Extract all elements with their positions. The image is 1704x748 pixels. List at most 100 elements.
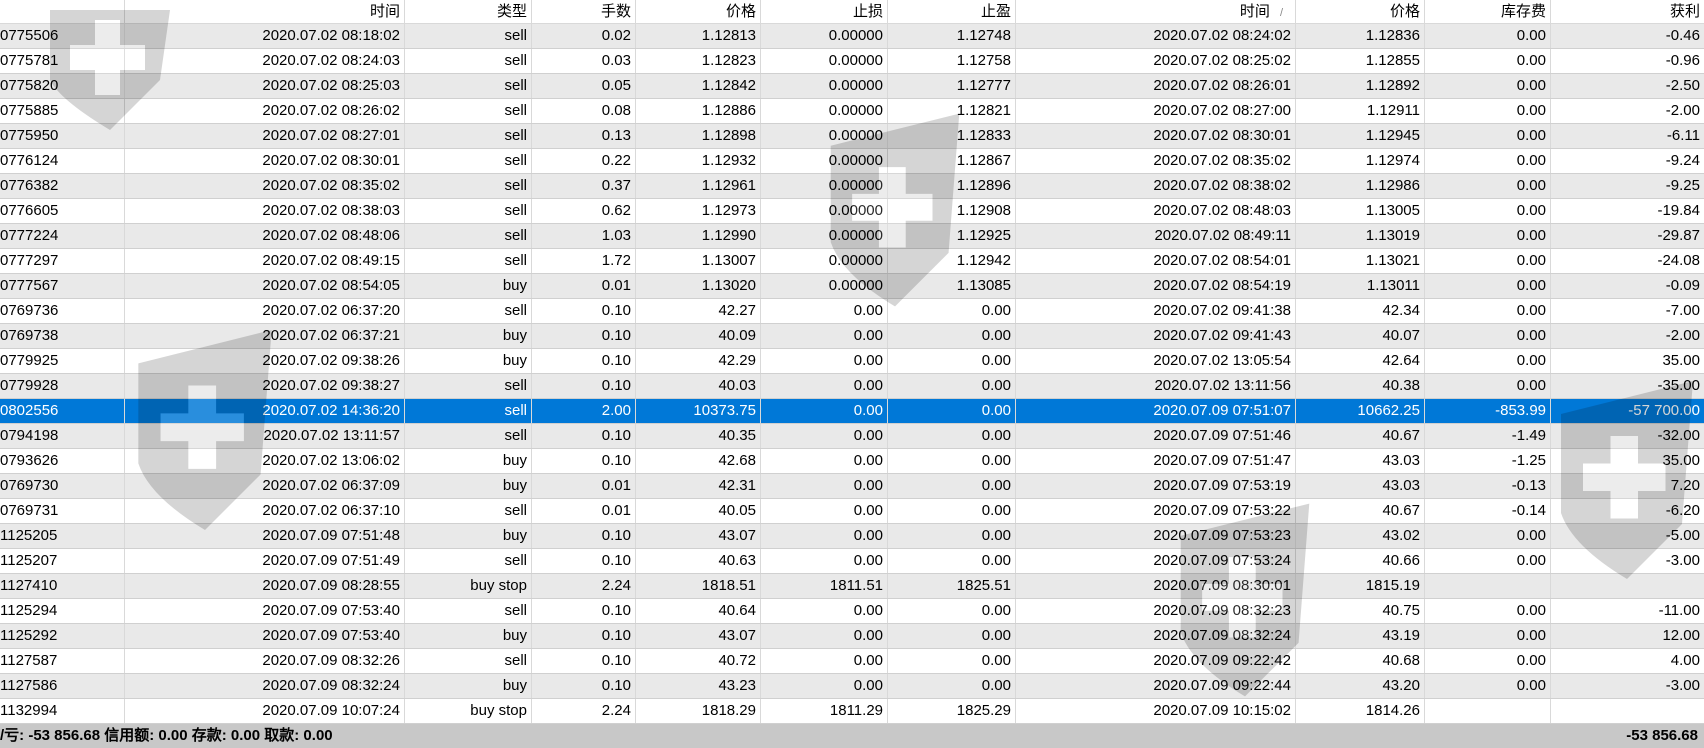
cell-type: sell (405, 224, 532, 248)
column-header-stop-loss[interactable]: 止损 (761, 0, 888, 23)
table-row[interactable]: 0777224 2020.07.02 08:48:06 sell 1.03 1.1299… (0, 224, 1704, 249)
cell-swap: -853.99 (1425, 399, 1551, 423)
column-header-close-time[interactable]: 时间 / (1016, 0, 1296, 23)
table-row[interactable]: 0793626 2020.07.02 13:06:02 buy 0.10 42.68 0.… (0, 449, 1704, 474)
cell-close-price: 43.03 (1296, 474, 1425, 498)
cell-type: sell (405, 174, 532, 198)
column-header-profit[interactable]: 获利 (1551, 0, 1704, 23)
table-row[interactable]: 0769736 2020.07.02 06:37:20 sell 0.10 42.27 0… (0, 299, 1704, 324)
table-row[interactable]: 1125294 2020.07.09 07:53:40 sell 0.10 40.64 0… (0, 599, 1704, 624)
cell-volume: 0.10 (532, 424, 636, 448)
cell-profit: -35.00 (1657, 377, 1700, 394)
table-row[interactable]: 0776124 2020.07.02 08:30:01 sell 0.22 1.1293… (0, 149, 1704, 174)
cell-take-profit: 1.12821 (888, 99, 1016, 123)
table-row[interactable]: 0769731 2020.07.02 06:37:10 sell 0.01 40.05 0… (0, 499, 1704, 524)
cell-close-price: 40.75 (1296, 599, 1425, 623)
cell-take-profit: 1825.51 (888, 574, 1016, 598)
cell-type: sell (405, 49, 532, 73)
cell-swap: -0.13 (1425, 474, 1551, 498)
column-header-open-price[interactable]: 价格 (636, 0, 761, 23)
cell-volume: 0.10 (532, 324, 636, 348)
column-header-order[interactable] (0, 0, 125, 23)
cell-type: sell (405, 424, 532, 448)
cell-close-time: 2020.07.02 13:05:54 (1016, 349, 1296, 373)
cell-order: 0794198 (0, 424, 125, 448)
cell-close-price: 43.20 (1296, 674, 1425, 698)
table-row[interactable]: 0775950 2020.07.02 08:27:01 sell 0.13 1.1289… (0, 124, 1704, 149)
table-row[interactable]: 0769738 2020.07.02 06:37:21 buy 0.10 40.09 0.… (0, 324, 1704, 349)
cell-stop-loss: 0.00 (761, 474, 888, 498)
cell-close-time: 2020.07.09 07:53:24 (1016, 549, 1296, 573)
column-header-volume[interactable]: 手数 (532, 0, 636, 23)
table-row[interactable]: 1132994 2020.07.09 10:07:24 buy stop 2.24 18… (0, 699, 1704, 724)
cell-volume: 0.10 (532, 549, 636, 573)
cell-open-price: 1.12961 (636, 174, 761, 198)
table-row[interactable]: 0777567 2020.07.02 08:54:05 buy 0.01 1.13020… (0, 274, 1704, 299)
cell-close-time: 2020.07.09 10:15:02 (1016, 699, 1296, 723)
table-row[interactable]: 1125292 2020.07.09 07:53:40 buy 0.10 43.07 0.… (0, 624, 1704, 649)
cell-take-profit: 1.13085 (888, 274, 1016, 298)
cell-profit: 12.00 (1662, 627, 1700, 644)
table-row[interactable]: 0775820 2020.07.02 08:25:03 sell 0.05 1.1284… (0, 74, 1704, 99)
table-row[interactable]: 1125205 2020.07.09 07:51:48 buy 0.10 43.07 0.… (0, 524, 1704, 549)
cell-take-profit: 0.00 (888, 399, 1016, 423)
cell-open-price: 43.23 (636, 674, 761, 698)
table-row[interactable]: 0776605 2020.07.02 08:38:03 sell 0.62 1.1297… (0, 199, 1704, 224)
column-header-type[interactable]: 类型 (405, 0, 532, 23)
table-row[interactable]: 0776382 2020.07.02 08:35:02 sell 0.37 1.1296… (0, 174, 1704, 199)
cell-stop-loss: 0.00 (761, 524, 888, 548)
table-row[interactable]: 0775781 2020.07.02 08:24:03 sell 0.03 1.1282… (0, 49, 1704, 74)
cell-close-time: 2020.07.02 08:49:11 (1016, 224, 1296, 248)
table-row[interactable]: 0777297 2020.07.02 08:49:15 sell 1.72 1.1300… (0, 249, 1704, 274)
cell-swap: 0.00 (1425, 74, 1551, 98)
cell-profit: -57 700.00 (1628, 402, 1700, 419)
table-row[interactable]: 0769730 2020.07.02 06:37:09 buy 0.01 42.31 0.… (0, 474, 1704, 499)
table-row[interactable]: 1127586 2020.07.09 08:32:24 buy 0.10 43.23 0.… (0, 674, 1704, 699)
table-row[interactable]: 0779925 2020.07.02 09:38:26 buy 0.10 42.29 0.… (0, 349, 1704, 374)
cell-volume: 0.10 (532, 624, 636, 648)
cell-swap: 0.00 (1425, 199, 1551, 223)
cell-stop-loss: 0.00000 (761, 124, 888, 148)
cell-stop-loss: 0.00000 (761, 74, 888, 98)
column-header-label: 库存费 (1500, 3, 1546, 20)
column-header-open-time[interactable]: 时间 (125, 0, 405, 23)
table-row[interactable]: 0775506 2020.07.02 08:18:02 sell 0.02 1.1281… (0, 24, 1704, 49)
cell-type: buy (405, 324, 532, 348)
column-header-close-price[interactable]: 价格 (1296, 0, 1425, 23)
cell-open-time: 2020.07.09 07:51:49 (125, 549, 405, 573)
cell-order: 1125205 (0, 524, 125, 548)
cell-open-time: 2020.07.02 08:35:02 (125, 174, 405, 198)
cell-swap: 0.00 (1425, 549, 1551, 573)
table-row[interactable]: 1127587 2020.07.09 08:32:26 sell 0.10 40.72 0… (0, 649, 1704, 674)
cell-type: buy (405, 674, 532, 698)
table-row[interactable]: 0775885 2020.07.02 08:26:02 sell 0.08 1.1288… (0, 99, 1704, 124)
table-row[interactable]: 0794198 2020.07.02 13:11:57 sell 0.10 40.35 0… (0, 424, 1704, 449)
cell-open-price: 43.07 (636, 524, 761, 548)
cell-volume: 0.10 (532, 599, 636, 623)
table-row[interactable]: 0802556 2020.07.02 14:36:20 sell 2.00 10373.… (0, 399, 1704, 424)
cell-type: sell (405, 99, 532, 123)
cell-profit: -2.50 (1665, 77, 1700, 94)
cell-profit: -2.00 (1665, 102, 1700, 119)
cell-order: 0802556 (0, 399, 125, 423)
table-row[interactable]: 0779928 2020.07.02 09:38:27 sell 0.10 40.03 0… (0, 374, 1704, 399)
cell-take-profit: 0.00 (888, 674, 1016, 698)
cell-close-price: 1.13011 (1296, 274, 1425, 298)
cell-open-time: 2020.07.02 06:37:21 (125, 324, 405, 348)
cell-volume: 2.24 (532, 699, 636, 723)
cell-open-time: 2020.07.02 09:38:26 (125, 349, 405, 373)
cell-close-time: 2020.07.02 08:26:01 (1016, 74, 1296, 98)
cell-volume: 0.10 (532, 449, 636, 473)
cell-profit: -7.00 (1665, 302, 1700, 319)
cell-profit: -0.46 (1665, 27, 1700, 44)
table-row[interactable]: 1125207 2020.07.09 07:51:49 sell 0.10 40.63 0… (0, 549, 1704, 574)
cell-close-price: 1.12974 (1296, 149, 1425, 173)
cell-open-time: 2020.07.02 08:48:06 (125, 224, 405, 248)
cell-close-price: 40.07 (1296, 324, 1425, 348)
cell-stop-loss: 0.00 (761, 499, 888, 523)
table-row[interactable]: 1127410 2020.07.09 08:28:55 buy stop 2.24 18… (0, 574, 1704, 599)
column-header-take-profit[interactable]: 止盈 (888, 0, 1016, 23)
cell-open-price: 1818.29 (636, 699, 761, 723)
column-header-swap[interactable]: 库存费 (1425, 0, 1551, 23)
cell-take-profit: 0.00 (888, 524, 1016, 548)
